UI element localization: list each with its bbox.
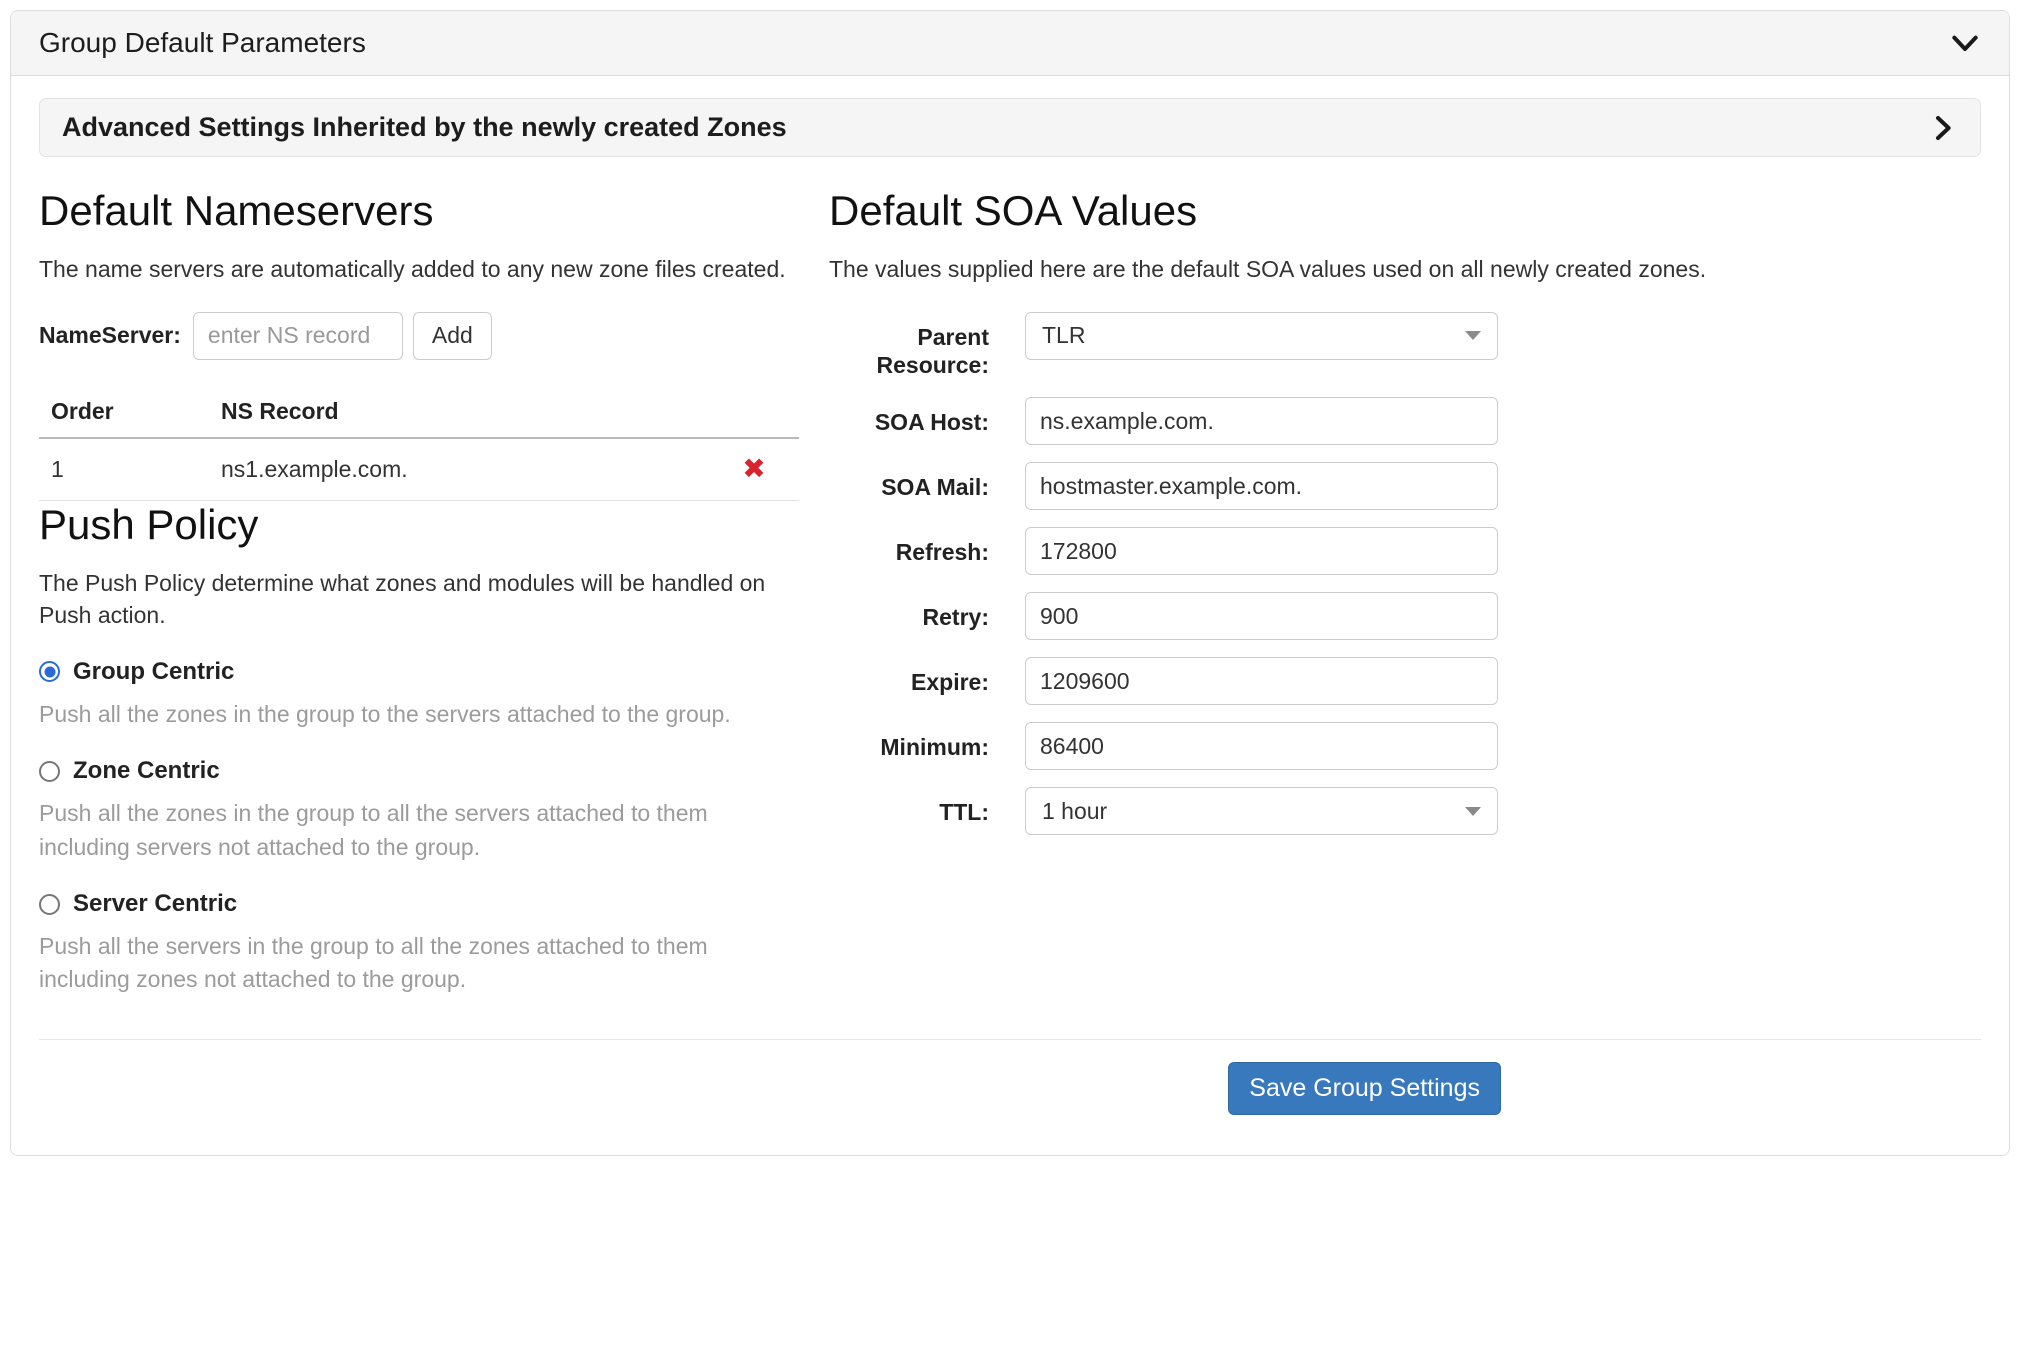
caret-down-icon: [1465, 807, 1481, 816]
panel-body: Advanced Settings Inherited by the newly…: [11, 76, 2009, 1155]
soa-section: Default SOA Values The values supplied h…: [829, 187, 1981, 997]
minimum-label: Minimum:: [829, 722, 989, 770]
chevron-down-icon[interactable]: [1949, 27, 1981, 59]
nameservers-title: Default Nameservers: [39, 187, 799, 235]
table-row: 1 ns1.example.com. ✖: [39, 439, 799, 501]
ttl-select[interactable]: 1 hour: [1025, 787, 1498, 835]
panel-title: Group Default Parameters: [39, 27, 366, 59]
ttl-label: TTL:: [829, 787, 989, 835]
advanced-settings-label: Advanced Settings Inherited by the newly…: [62, 112, 787, 143]
ttl-value: 1 hour: [1042, 798, 1107, 825]
advanced-settings-bar[interactable]: Advanced Settings Inherited by the newly…: [39, 98, 1981, 157]
nameservers-section: Default Nameservers The name servers are…: [39, 187, 799, 997]
push-policy-description: The Push Policy determine what zones and…: [39, 567, 799, 632]
soa-host-input[interactable]: [1025, 397, 1498, 445]
soa-host-label: SOA Host:: [829, 397, 989, 445]
column-header-order: Order: [39, 398, 221, 425]
chevron-right-icon[interactable]: [1928, 113, 1958, 143]
retry-input[interactable]: [1025, 592, 1498, 640]
push-policy-option-group-centric[interactable]: Group Centric: [39, 658, 799, 686]
refresh-label: Refresh:: [829, 527, 989, 575]
add-button[interactable]: Add: [413, 312, 492, 360]
minimum-input[interactable]: [1025, 722, 1498, 770]
push-policy-title: Push Policy: [39, 501, 799, 549]
table-header-row: Order NS Record: [39, 392, 799, 439]
push-policy-option-server-centric[interactable]: Server Centric: [39, 890, 799, 918]
expire-input[interactable]: [1025, 657, 1498, 705]
radio-button-server-centric[interactable]: [39, 894, 60, 915]
radio-label-group-centric: Group Centric: [73, 658, 234, 686]
panel-header[interactable]: Group Default Parameters: [11, 11, 2009, 76]
group-default-parameters-panel: Group Default Parameters Advanced Settin…: [10, 10, 2010, 1156]
ns-record-value: ns1.example.com.: [221, 456, 709, 483]
soa-title: Default SOA Values: [829, 187, 1981, 235]
radio-label-server-centric: Server Centric: [73, 890, 237, 918]
caret-down-icon: [1465, 331, 1481, 340]
radio-label-zone-centric: Zone Centric: [73, 757, 220, 785]
parent-resource-select[interactable]: TLR: [1025, 312, 1498, 360]
help-text-server-centric: Push all the servers in the group to all…: [39, 930, 791, 997]
soa-mail-input[interactable]: [1025, 462, 1498, 510]
nameservers-description: The name servers are automatically added…: [39, 253, 799, 286]
nameserver-input[interactable]: [193, 312, 403, 360]
expire-label: Expire:: [829, 657, 989, 705]
delete-nameserver-icon[interactable]: ✖: [742, 453, 765, 484]
help-text-group-centric: Push all the zones in the group to the s…: [39, 698, 791, 731]
nameserver-label: NameServer:: [39, 322, 181, 349]
parent-resource-value: TLR: [1042, 322, 1085, 349]
parent-resource-label: Parent Resource:: [829, 312, 989, 381]
help-text-zone-centric: Push all the zones in the group to all t…: [39, 797, 791, 864]
column-header-ns-record: NS Record: [221, 398, 709, 425]
radio-button-zone-centric[interactable]: [39, 761, 60, 782]
save-group-settings-button[interactable]: Save Group Settings: [1228, 1062, 1501, 1115]
soa-description: The values supplied here are the default…: [829, 253, 1759, 286]
ns-order-value: 1: [39, 456, 221, 483]
soa-mail-label: SOA Mail:: [829, 462, 989, 510]
push-policy-option-zone-centric[interactable]: Zone Centric: [39, 757, 799, 785]
nameserver-table: Order NS Record 1 ns1.example.com. ✖: [39, 392, 799, 501]
retry-label: Retry:: [829, 592, 989, 640]
radio-button-group-centric[interactable]: [39, 661, 60, 682]
refresh-input[interactable]: [1025, 527, 1498, 575]
